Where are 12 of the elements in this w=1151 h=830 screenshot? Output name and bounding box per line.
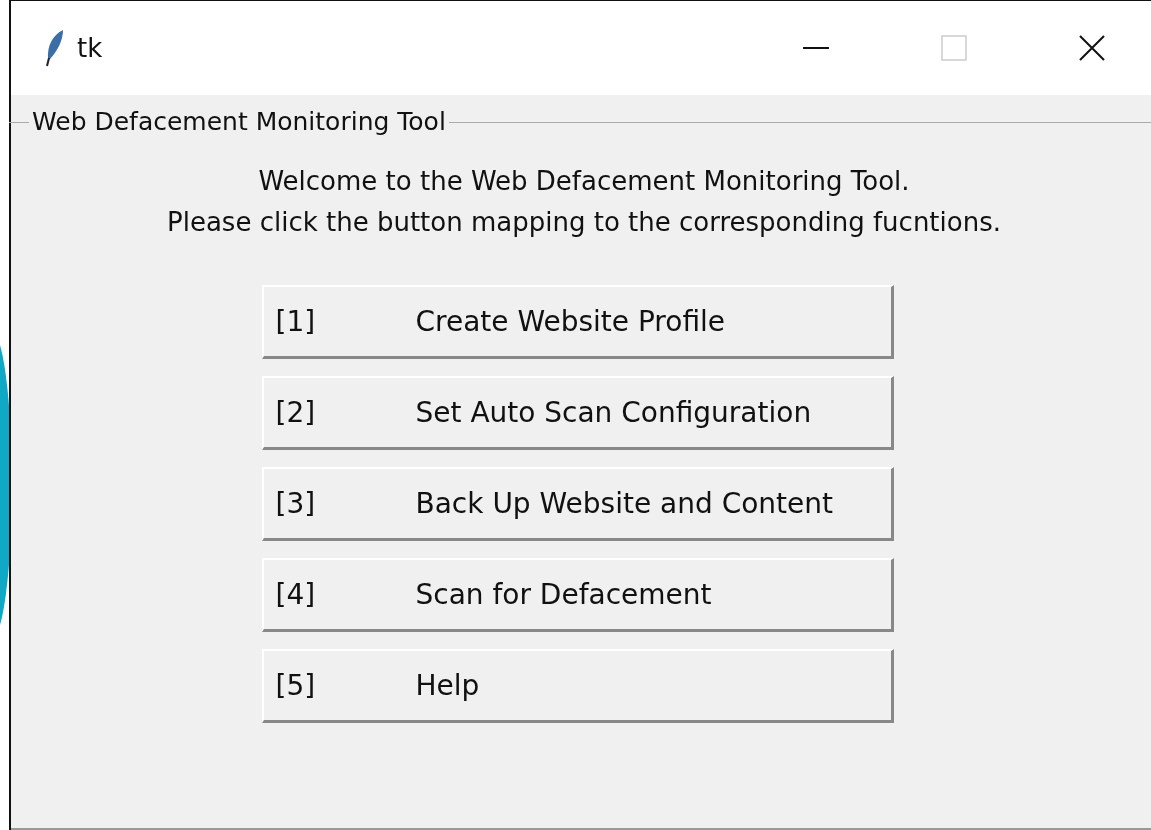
feather-icon (45, 29, 65, 67)
menu-button[interactable]: [3] Back Up Website and Content (261, 467, 894, 541)
close-icon[interactable] (1079, 35, 1105, 61)
menu-button[interactable]: [1] Create Website Profile (261, 285, 894, 359)
intro-text: Please click the button mapping to the corresponding fucntions. (167, 206, 1001, 239)
group-title: Web Defacement Monitoring Tool (29, 108, 449, 136)
window-title: tk (77, 33, 103, 63)
intro-text: Welcome to the Web Defacement Monitoring Tool. (258, 165, 910, 198)
menu-button[interactable]: [2] Set Auto Scan Configuration (261, 376, 894, 450)
menu-button[interactable]: [4] Scan for Defacement (261, 558, 894, 632)
minimize-icon[interactable] (803, 46, 829, 50)
menu-button[interactable]: [5] Help (261, 649, 894, 723)
